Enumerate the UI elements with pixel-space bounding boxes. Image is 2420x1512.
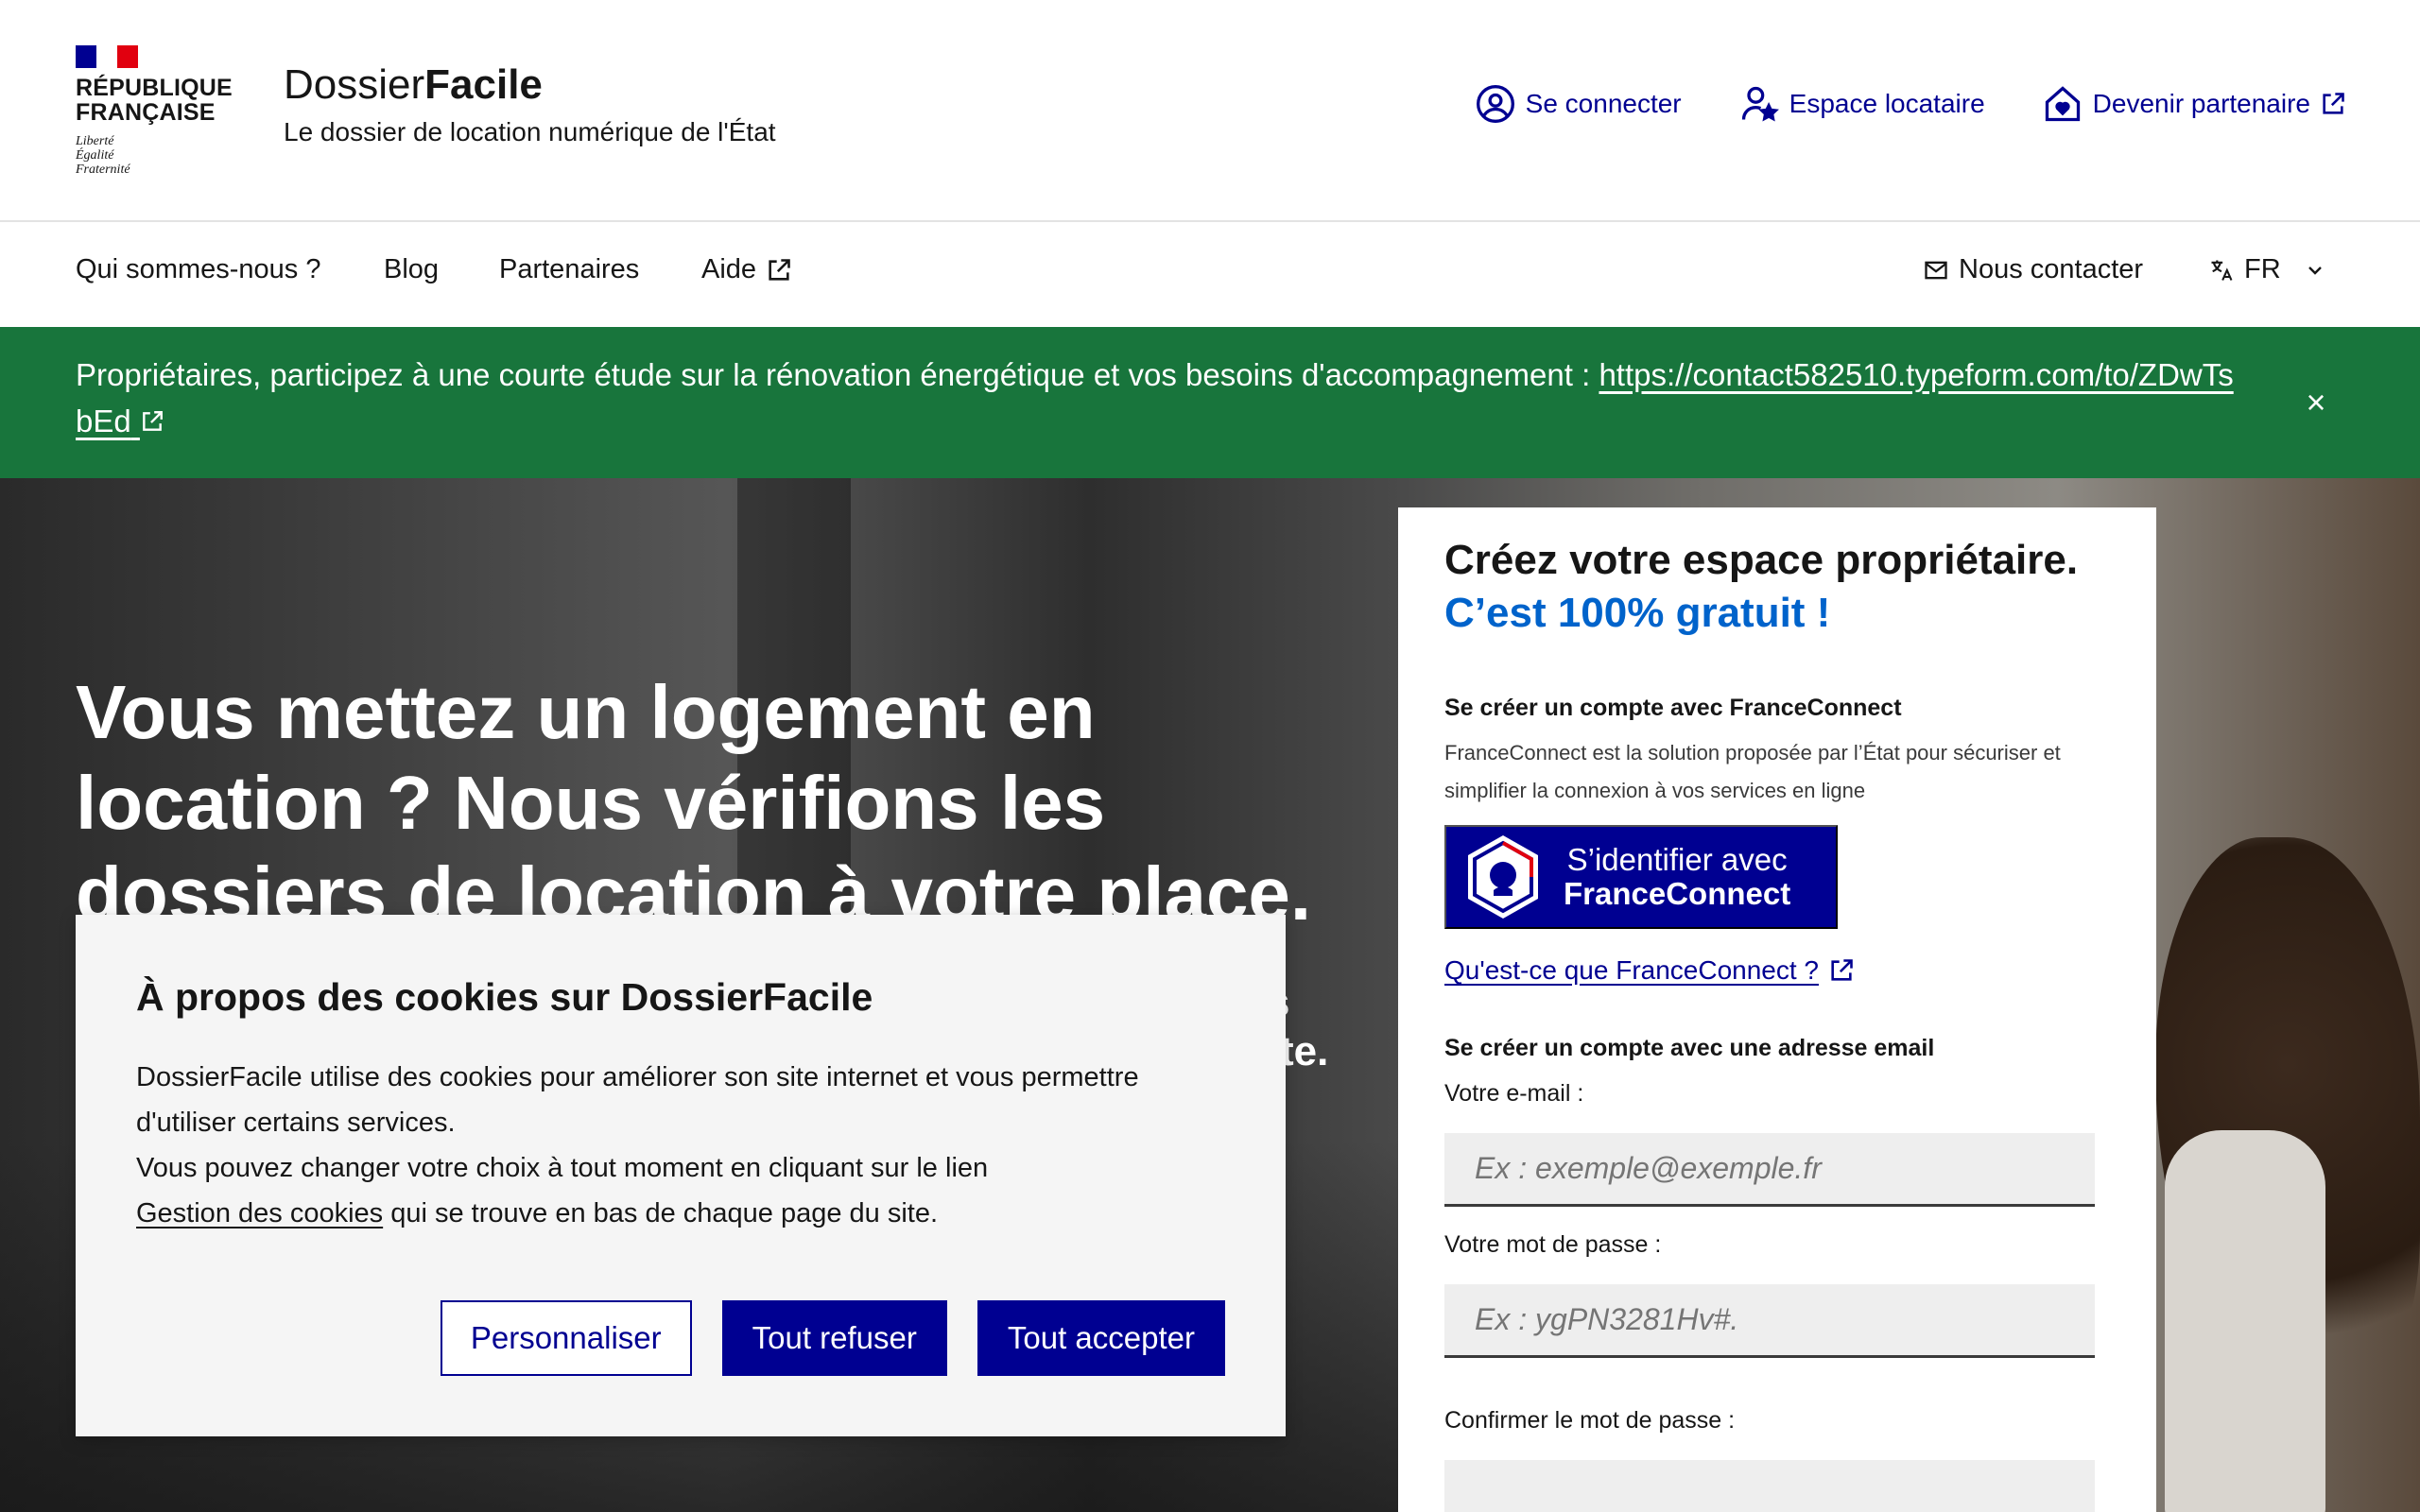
become-partner-link[interactable]: Devenir partenaire (2042, 83, 2346, 125)
tenant-space-link[interactable]: Espace locataire (1738, 83, 1985, 125)
email-input[interactable] (1444, 1133, 2095, 1207)
main-navigation: Qui sommes-nous ? Blog Partenaires Aide … (0, 224, 2420, 327)
cookie-buttons: Personnaliser Tout refuser Tout accepter (440, 1300, 1225, 1376)
email-label: Votre e-mail : (1444, 1080, 1584, 1107)
user-circle-icon (1476, 85, 1514, 123)
franceconnect-button[interactable]: S’identifier avec FranceConnect (1444, 825, 1838, 929)
french-flag-icon (76, 45, 138, 68)
nav-item-partners[interactable]: Partenaires (499, 254, 639, 285)
republique-francaise-logo[interactable]: RÉPUBLIQUE FRANÇAISE Liberté Égalité Fra… (76, 45, 233, 177)
cookie-dialog-title: À propos des cookies sur DossierFacile (136, 975, 873, 1019)
franceconnect-button-line1: S’identifier avec (1566, 842, 1788, 877)
franceconnect-logo-icon (1468, 835, 1538, 919)
email-signup-heading: Se créer un compte avec une adresse emai… (1444, 1035, 1935, 1061)
login-link[interactable]: Se connecter (1475, 83, 1682, 125)
cookie-text-2: Vous pouvez changer votre choix à tout m… (136, 1145, 1233, 1236)
password-input[interactable] (1444, 1284, 2095, 1358)
franceconnect-info-link-label: Qu'est-ce que FranceConnect ? (1444, 955, 1820, 985)
contact-link[interactable]: Nous contacter (1923, 254, 2143, 285)
cookie-text-3: qui se trouve en bas de chaque page du s… (383, 1198, 939, 1228)
close-icon[interactable]: × (2295, 382, 2337, 423)
notice-banner: Propriétaires, participez à une courte é… (0, 327, 2420, 478)
nav-item-about[interactable]: Qui sommes-nous ? (76, 254, 321, 285)
cookie-text-1: DossierFacile utilise des cookies pour a… (136, 1062, 1139, 1138)
tenant-space-label: Espace locataire (1789, 89, 1985, 118)
refuse-all-button[interactable]: Tout refuser (721, 1300, 947, 1376)
nav-item-blog-label: Blog (384, 254, 440, 284)
login-link-label: Se connecter (1525, 89, 1682, 118)
cookie-dialog-text: DossierFacile utilise des cookies pour a… (136, 1055, 1233, 1236)
header-quick-links: Se connecter Espace locataire Devenir pa… (1475, 83, 2346, 125)
contact-link-label: Nous contacter (1959, 254, 2144, 284)
become-partner-label: Devenir partenaire (2092, 89, 2310, 118)
external-link-icon (143, 411, 163, 431)
franceconnect-description: FranceConnect est la solution proposée p… (1444, 741, 2061, 802)
cookie-management-link[interactable]: Gestion des cookies (136, 1198, 383, 1228)
signup-title: Créez votre espace propriétaire. (1444, 537, 2079, 583)
customize-cookies-button[interactable]: Personnaliser (440, 1300, 692, 1376)
cookie-consent-dialog: À propos des cookies sur DossierFacile D… (76, 915, 1286, 1436)
external-link-icon (2323, 93, 2344, 114)
hero-subtitle-tail-2: te. (1280, 1028, 1329, 1074)
site-header: RÉPUBLIQUE FRANÇAISE Liberté Égalité Fra… (0, 0, 2420, 222)
cookie-text-2a: Vous pouvez changer votre choix à tout m… (136, 1153, 989, 1183)
nav-item-about-label: Qui sommes-nous ? (76, 254, 321, 284)
notice-text: Propriétaires, participez à une courte é… (76, 352, 2250, 444)
notice-message: Propriétaires, participez à une courte é… (76, 357, 1599, 392)
nav-item-help-label: Aide (701, 254, 757, 284)
franceconnect-heading: Se créer un compte avec FranceConnect (1444, 695, 1902, 721)
confirm-password-input[interactable] (1444, 1460, 2095, 1512)
user-star-icon (1741, 86, 1779, 122)
accept-all-button[interactable]: Tout accepter (977, 1300, 1225, 1376)
nav-item-partners-label: Partenaires (499, 254, 640, 284)
chevron-down-icon (2308, 266, 2322, 275)
logo-line-1: RÉPUBLIQUE (76, 75, 233, 101)
signup-card: Créez votre espace propriétaire. C’est 1… (1398, 507, 2156, 1512)
logo-motto: Liberté Égalité Fraternité (76, 134, 227, 177)
logo-line-2: FRANÇAISE (76, 99, 216, 126)
motto-fraternite: Fraternité (76, 163, 130, 177)
motto-egalite: Égalité (76, 148, 114, 163)
motto-liberte: Liberté (76, 134, 114, 148)
logo-text: RÉPUBLIQUE FRANÇAISE (76, 75, 233, 126)
service-title[interactable]: DossierFacile (284, 60, 543, 110)
password-label: Votre mot de passe : (1444, 1231, 1662, 1258)
external-link-icon (1831, 959, 1853, 981)
confirm-password-label: Confirmer le mot de passe : (1444, 1407, 1736, 1434)
home-heart-icon (2045, 86, 2080, 122)
hero-title: Vous mettez un logement en location ? No… (76, 670, 1312, 936)
nav-item-blog[interactable]: Blog (384, 254, 439, 285)
franceconnect-info-link[interactable]: Qu'est-ce que FranceConnect ? (1444, 955, 1855, 986)
language-code: FR (2244, 254, 2281, 284)
service-tagline: Le dossier de location numérique de l'Ét… (284, 117, 776, 146)
service-title-bold: Facile (424, 61, 543, 108)
language-selector[interactable]: FR (2208, 254, 2326, 285)
external-link-icon (769, 258, 790, 281)
mail-icon (1925, 261, 1947, 279)
service-title-regular: Dossier (284, 61, 425, 108)
translate-icon (2211, 260, 2233, 281)
franceconnect-button-text: S’identifier avec FranceConnect (1564, 843, 1790, 911)
nav-item-help[interactable]: Aide (701, 254, 792, 285)
hero-vase-decoration (2165, 1130, 2325, 1512)
signup-title-free: C’est 100% gratuit ! (1444, 590, 1831, 636)
franceconnect-button-line2: FranceConnect (1564, 876, 1791, 911)
